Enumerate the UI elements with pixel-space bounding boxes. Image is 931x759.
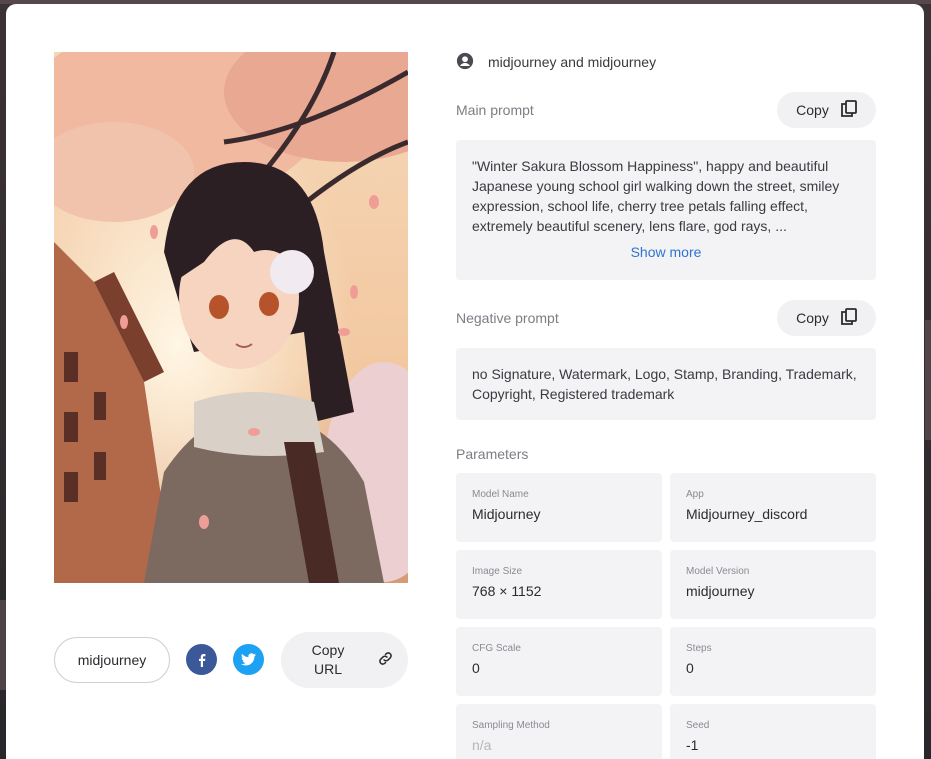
author-text: midjourney and midjourney bbox=[488, 54, 657, 70]
negative-prompt-text: no Signature, Watermark, Logo, Stamp, Br… bbox=[472, 366, 857, 402]
copy-url-button[interactable]: Copy URL bbox=[281, 632, 408, 688]
param-value: -1 bbox=[686, 737, 699, 753]
copy-url-label: Copy URL bbox=[311, 642, 345, 677]
param-key: Sampling Method bbox=[472, 720, 550, 731]
param-value: midjourney bbox=[686, 583, 755, 599]
user-circle-icon bbox=[456, 52, 474, 73]
copy-main-prompt-label: Copy bbox=[796, 102, 829, 118]
negative-prompt-box: no Signature, Watermark, Logo, Stamp, Br… bbox=[456, 348, 876, 420]
param-key: CFG Scale bbox=[472, 643, 521, 654]
param-key: Steps bbox=[686, 643, 712, 654]
main-prompt-label: Main prompt bbox=[456, 102, 534, 118]
copy-negative-prompt-button[interactable]: Copy bbox=[777, 300, 876, 336]
param-value: n/a bbox=[472, 737, 492, 753]
param-key: Model Name bbox=[472, 489, 529, 500]
model-tag-button[interactable]: midjourney bbox=[54, 637, 170, 683]
param-value: 0 bbox=[472, 660, 480, 676]
main-prompt-text: "Winter Sakura Blossom Happiness", happy… bbox=[472, 158, 840, 234]
param-key: Seed bbox=[686, 720, 710, 731]
param-seed: Seed -1 bbox=[670, 704, 876, 759]
param-key: Model Version bbox=[686, 566, 750, 577]
param-value: Midjourney bbox=[472, 506, 541, 522]
show-more-link[interactable]: Show more bbox=[472, 242, 860, 262]
copy-icon bbox=[840, 308, 857, 328]
parameters-label: Parameters bbox=[456, 446, 529, 462]
twitter-share-button[interactable] bbox=[233, 644, 264, 675]
model-tag-label: midjourney bbox=[77, 652, 147, 668]
param-steps: Steps 0 bbox=[670, 627, 876, 696]
param-value: Midjourney_discord bbox=[686, 506, 808, 522]
main-prompt-box: "Winter Sakura Blossom Happiness", happy… bbox=[456, 140, 876, 280]
param-image-size: Image Size 768 × 1152 bbox=[456, 550, 662, 619]
copy-negative-prompt-label: Copy bbox=[796, 310, 829, 326]
param-sampling-method: Sampling Method n/a bbox=[456, 704, 662, 759]
link-icon bbox=[377, 650, 394, 670]
negative-prompt-label: Negative prompt bbox=[456, 310, 559, 326]
image-detail-modal: midjourney Copy URL midjourney and midjo… bbox=[6, 4, 924, 759]
param-key: Image Size bbox=[472, 566, 523, 577]
param-model-version: Model Version midjourney bbox=[670, 550, 876, 619]
param-cfg-scale: CFG Scale 0 bbox=[456, 627, 662, 696]
artwork-illustration bbox=[54, 52, 408, 583]
copy-icon bbox=[840, 100, 857, 120]
param-app: App Midjourney_discord bbox=[670, 473, 876, 542]
facebook-share-button[interactable] bbox=[186, 644, 217, 675]
param-key: App bbox=[686, 489, 704, 500]
author-line: midjourney and midjourney bbox=[456, 52, 656, 72]
facebook-icon bbox=[198, 653, 205, 667]
twitter-icon bbox=[241, 653, 256, 666]
param-model-name: Model Name Midjourney bbox=[456, 473, 662, 542]
artwork-image[interactable] bbox=[54, 52, 408, 583]
copy-main-prompt-button[interactable]: Copy bbox=[777, 92, 876, 128]
param-value: 0 bbox=[686, 660, 694, 676]
param-value: 768 × 1152 bbox=[472, 583, 542, 599]
backdrop-strip bbox=[925, 320, 931, 440]
